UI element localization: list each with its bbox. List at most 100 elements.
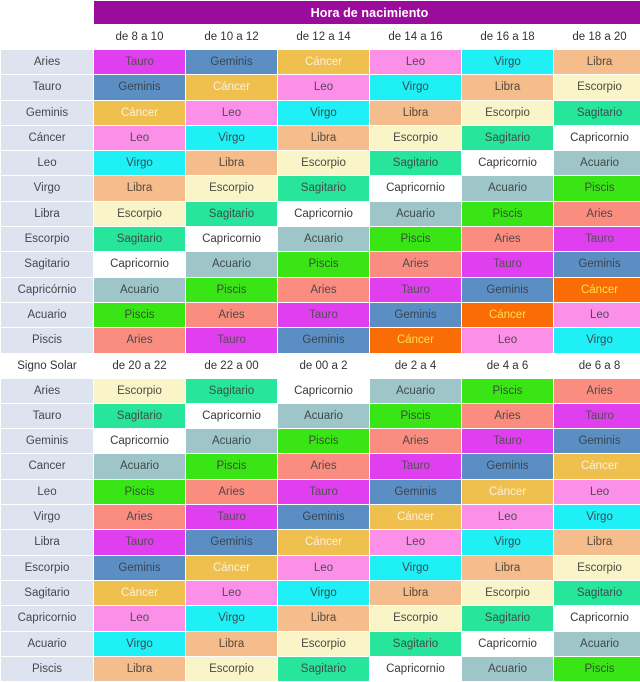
- table-row: Leo Virgo Libra Escorpio Sagitario Capricorni…: [1, 151, 640, 176]
- ascendant-cell: Cáncer: [278, 530, 369, 555]
- ascendant-cell: Aries: [462, 227, 553, 252]
- ascendant-cell: Aries: [462, 403, 553, 429]
- row-label-section2-2: Geminis: [1, 429, 93, 454]
- ascendant-cell: Escorpio: [370, 125, 461, 151]
- ascendant-cell: Aries: [370, 429, 461, 454]
- ascendant-cell: Acuario: [94, 277, 185, 302]
- ascendant-cell: Geminis: [370, 302, 461, 328]
- ascendant-cell: Aries: [186, 479, 277, 505]
- ascendant-cell: Aries: [94, 328, 185, 353]
- row-label-section1-4: Leo: [1, 151, 93, 176]
- ascendant-cell: Escorpio: [370, 606, 461, 631]
- row-label-section2-9: Capricornio: [1, 606, 93, 631]
- ascendant-cell: Geminis: [462, 277, 553, 302]
- row-label-section1-3: Cáncer: [1, 125, 93, 151]
- ascendant-cell: Tauro: [94, 530, 185, 555]
- column-header-section1-2: de 12 a 14: [278, 25, 369, 49]
- ascendant-cell: Virgo: [94, 151, 185, 176]
- ascendant-cell: Virgo: [370, 555, 461, 580]
- ascendant-cell: Escorpio: [94, 378, 185, 403]
- ascendant-cell: Escorpio: [462, 580, 553, 606]
- ascendant-cell: Escorpio: [278, 151, 369, 176]
- ascendant-cell: Virgo: [186, 606, 277, 631]
- ascendant-cell: Capricornio: [278, 201, 369, 227]
- ascendant-cell: Aries: [554, 378, 640, 403]
- ascendant-cell: Capricornio: [94, 429, 185, 454]
- row-label-section2-3: Cancer: [1, 454, 93, 479]
- row-label-section1-2: Geminis: [1, 100, 93, 125]
- ascendant-cell: Acuario: [94, 454, 185, 479]
- ascendant-cell: Tauro: [186, 328, 277, 353]
- ascendant-cell: Libra: [186, 151, 277, 176]
- table-row: Acuario Virgo Libra Escorpio Sagitario Capric…: [1, 631, 640, 656]
- table-row: Libra Escorpio Sagitario Capricornio Acuario…: [1, 201, 640, 227]
- table-row: Leo Piscis Aries Tauro Geminis Cáncer Leo: [1, 479, 640, 505]
- ascendant-cell: Cáncer: [370, 505, 461, 530]
- row-label-section1-7: Escorpio: [1, 227, 93, 252]
- column-header-section1-3: de 14 a 16: [370, 25, 461, 49]
- ascendant-cell: Sagitario: [370, 151, 461, 176]
- table-row: Virgo Aries Tauro Geminis Cáncer Leo Virgo: [1, 505, 640, 530]
- ascendant-cell: Piscis: [94, 479, 185, 505]
- ascendant-cell: Leo: [278, 555, 369, 580]
- ascendant-cell: Tauro: [94, 50, 185, 75]
- ascendant-cell: Libra: [554, 50, 640, 75]
- row-label-section1-11: Piscis: [1, 328, 93, 353]
- row-label-section1-1: Tauro: [1, 75, 93, 100]
- table-row: Virgo Libra Escorpio Sagitario Capricornio Ac…: [1, 176, 640, 201]
- row-label-section2-10: Acuario: [1, 631, 93, 656]
- ascendant-cell: Cáncer: [462, 302, 553, 328]
- ascendant-cell: Geminis: [94, 75, 185, 100]
- ascendant-cell: Leo: [554, 302, 640, 328]
- section1-header-row: de 8 a 10 de 10 a 12 de 12 a 14 de 14 a 16 d…: [1, 25, 640, 49]
- ascendant-cell: Sagitario: [370, 631, 461, 656]
- row-label-section2-8: Sagitario: [1, 580, 93, 606]
- ascendant-cell: Cáncer: [186, 75, 277, 100]
- row-label-section2-0: Aries: [1, 378, 93, 403]
- ascendant-cell: Tauro: [462, 429, 553, 454]
- ascendant-cell: Geminis: [94, 555, 185, 580]
- row-label-section2-1: Tauro: [1, 403, 93, 429]
- ascendant-cell: Sagitario: [278, 656, 369, 682]
- ascendant-cell: Libra: [462, 75, 553, 100]
- ascendant-cell: Geminis: [278, 328, 369, 353]
- section1-corner-cell: [1, 25, 93, 49]
- ascendant-cell: Acuario: [370, 201, 461, 227]
- section2-header-row: Signo Solar de 20 a 22 de 22 a 00 de 00 a …: [1, 353, 640, 378]
- ascendant-cell: Geminis: [462, 454, 553, 479]
- ascendant-cell: Escorpio: [462, 100, 553, 125]
- solar-sign-label: Signo Solar: [1, 353, 93, 378]
- table-row: Sagitario Cáncer Leo Virgo Libra Escorpio Sagi…: [1, 580, 640, 606]
- title-row: Hora de nacimiento: [1, 1, 640, 24]
- ascendant-cell: Piscis: [462, 201, 553, 227]
- ascendant-cell: Leo: [370, 50, 461, 75]
- ascendant-cell: Aries: [278, 454, 369, 479]
- ascendant-cell: Acuario: [278, 403, 369, 429]
- ascendant-cell: Tauro: [462, 252, 553, 277]
- row-label-section2-6: Libra: [1, 530, 93, 555]
- ascendant-cell: Libra: [94, 656, 185, 682]
- ascendant-cell: Escorpio: [278, 631, 369, 656]
- column-header-section2-2: de 00 a 2: [278, 353, 369, 378]
- table-row: Sagitario Capricornio Acuario Piscis Aries Ta…: [1, 252, 640, 277]
- row-label-section1-10: Acuario: [1, 302, 93, 328]
- ascendant-cell: Virgo: [462, 50, 553, 75]
- ascendant-cell: Cáncer: [462, 479, 553, 505]
- ascendant-cell: Capricornio: [554, 125, 640, 151]
- ascendant-cell: Leo: [94, 125, 185, 151]
- ascendant-cell: Libra: [370, 580, 461, 606]
- ascendant-cell: Piscis: [462, 378, 553, 403]
- ascendant-cell: Aries: [370, 252, 461, 277]
- ascendant-cell: Virgo: [462, 530, 553, 555]
- table-row: Geminis Cáncer Leo Virgo Libra Escorpio Sagita…: [1, 100, 640, 125]
- ascendant-cell: Cáncer: [278, 50, 369, 75]
- ascendant-cell: Piscis: [94, 302, 185, 328]
- table-row: Capricornio Leo Virgo Libra Escorpio Sagitari…: [1, 606, 640, 631]
- row-label-section2-5: Virgo: [1, 505, 93, 530]
- title-spacer: [1, 1, 93, 24]
- ascendant-cell: Escorpio: [186, 656, 277, 682]
- ascendant-cell: Tauro: [554, 403, 640, 429]
- ascendant-cell: Virgo: [370, 75, 461, 100]
- table-body: Hora de nacimiento de 8 a 10 de 10 a 12 de…: [1, 1, 640, 49]
- ascendant-cell: Sagitario: [554, 100, 640, 125]
